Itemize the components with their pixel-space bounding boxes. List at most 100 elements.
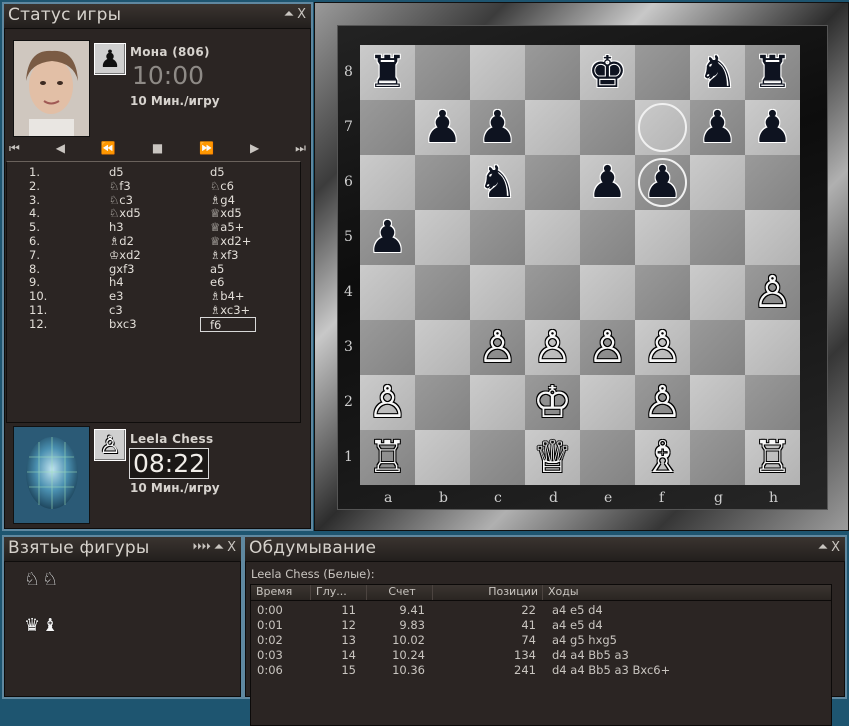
square-g5[interactable] (690, 210, 745, 265)
square-a3[interactable] (360, 320, 415, 375)
square-c5[interactable] (470, 210, 525, 265)
black-king-e8[interactable]: ♚ (580, 45, 635, 100)
game-status-titlebar[interactable]: Статус игры ⏶ X (4, 4, 311, 29)
first-move-icon[interactable]: ⏮ (9, 141, 20, 156)
square-b6[interactable] (415, 155, 470, 210)
white-rook-a1[interactable]: ♖ (360, 430, 415, 485)
black-move[interactable]: ♕xd5 (210, 206, 242, 221)
white-pawn-d3[interactable]: ♙ (525, 320, 580, 375)
square-f4[interactable] (635, 265, 690, 320)
black-pawn-h7[interactable]: ♟ (745, 100, 800, 155)
black-pawn-g7[interactable]: ♟ (690, 100, 745, 155)
col-score[interactable]: Счет (367, 585, 433, 600)
square-g3[interactable] (690, 320, 745, 375)
black-move[interactable]: d5 (210, 165, 225, 180)
square-d8[interactable] (525, 45, 580, 100)
square-e7[interactable] (580, 100, 635, 155)
analysis-table[interactable]: Время Глу... Счет Позиции Ходы 0:00 11 9.4… (250, 584, 832, 726)
white-pawn-e3[interactable]: ♙ (580, 320, 635, 375)
white-move[interactable]: h4 (109, 275, 124, 290)
black-move[interactable]: ♗xf3 (210, 248, 238, 263)
square-a6[interactable] (360, 155, 415, 210)
expand-icon[interactable]: ⏵⏵⏵⏵ (193, 540, 211, 555)
square-e1[interactable] (580, 430, 635, 485)
square-d4[interactable] (525, 265, 580, 320)
black-move[interactable]: e6 (210, 275, 224, 290)
collapse-icon[interactable]: ⏶ (214, 540, 224, 555)
black-move[interactable]: ♗b4+ (210, 289, 245, 304)
square-b5[interactable] (415, 210, 470, 265)
col-time[interactable]: Время (251, 585, 311, 600)
square-a7[interactable] (360, 100, 415, 155)
prev-move-icon[interactable]: ◀ (56, 141, 65, 155)
captured-titlebar[interactable]: Взятые фигуры ⏵⏵⏵⏵ ⏶ X (4, 537, 241, 562)
square-f8[interactable] (635, 45, 690, 100)
collapse-icon[interactable]: ⏶ (284, 7, 294, 22)
col-nodes[interactable]: Позиции (433, 585, 543, 600)
col-depth[interactable]: Глу... (311, 585, 367, 600)
white-queen-d1[interactable]: ♕ (525, 430, 580, 485)
square-e5[interactable] (580, 210, 635, 265)
white-king-d2[interactable]: ♔ (525, 375, 580, 430)
black-move[interactable]: ♗g4 (210, 193, 235, 208)
black-move[interactable]: ♕xd2+ (210, 234, 251, 249)
black-pawn-b7[interactable]: ♟ (415, 100, 470, 155)
chess-board[interactable]: ♜ ♚ ♞ ♜ ♟ ♟ ♟ ♟ ♞ ♟ ♟ ♟ ♙ ♙ ♙ ♙ ♙ ♙ ♔ ♙ ♖ ♕ ♗ ♖ a b c d e f g h 8 7 6 5 4 3 2 1 (337, 25, 828, 510)
white-move[interactable]: d5 (109, 165, 124, 180)
square-g1[interactable] (690, 430, 745, 485)
white-pawn-c3[interactable]: ♙ (470, 320, 525, 375)
square-g2[interactable] (690, 375, 745, 430)
black-move[interactable]: ♕a5+ (210, 220, 244, 235)
square-c4[interactable] (470, 265, 525, 320)
square-b1[interactable] (415, 430, 470, 485)
square-e4[interactable] (580, 265, 635, 320)
white-move[interactable]: ♗d2 (109, 234, 134, 249)
white-move[interactable]: h3 (109, 220, 124, 235)
white-move[interactable]: bxc3 (109, 317, 137, 332)
stop-icon[interactable]: ■ (152, 141, 163, 155)
square-b8[interactable] (415, 45, 470, 100)
white-pawn-f3[interactable]: ♙ (635, 320, 690, 375)
square-b2[interactable] (415, 375, 470, 430)
square-c8[interactable] (470, 45, 525, 100)
square-d7[interactable] (525, 100, 580, 155)
white-rook-h1[interactable]: ♖ (745, 430, 800, 485)
square-c2[interactable] (470, 375, 525, 430)
white-move[interactable]: ♘xd5 (109, 206, 141, 221)
square-h5[interactable] (745, 210, 800, 265)
close-icon[interactable]: X (831, 540, 840, 555)
black-rook-a8[interactable]: ♜ (360, 45, 415, 100)
square-d5[interactable] (525, 210, 580, 265)
move-list[interactable]: 1. d5 d5 2. ♘f3 ♘c6 3. ♘c3 ♗g4 4. ♘xd5 ♕xd5 5. h3 ♕a5+… (6, 161, 301, 423)
white-move[interactable]: c3 (109, 303, 123, 318)
close-icon[interactable]: X (297, 7, 306, 22)
step-forward-icon[interactable]: ⏩ (199, 141, 214, 155)
next-move-icon[interactable]: ▶ (250, 141, 259, 155)
white-move[interactable]: gxf3 (109, 262, 134, 277)
square-d6[interactable] (525, 155, 580, 210)
white-move[interactable]: ♘c3 (109, 193, 133, 208)
white-move[interactable]: e3 (109, 289, 123, 304)
square-c1[interactable] (470, 430, 525, 485)
square-a4[interactable] (360, 265, 415, 320)
close-icon[interactable]: X (227, 540, 236, 555)
analysis-titlebar[interactable]: Обдумывание ⏶ X (245, 537, 845, 562)
white-pawn-h4[interactable]: ♙ (745, 265, 800, 320)
square-h6[interactable] (745, 155, 800, 210)
white-pawn-a2[interactable]: ♙ (360, 375, 415, 430)
black-move[interactable]: a5 (210, 262, 224, 277)
square-f5[interactable] (635, 210, 690, 265)
step-back-icon[interactable]: ⏪ (101, 141, 116, 155)
collapse-icon[interactable]: ⏶ (818, 540, 828, 555)
last-move-icon[interactable]: ⏭ (295, 141, 306, 156)
square-b3[interactable] (415, 320, 470, 375)
white-move[interactable]: ♔xd2 (109, 248, 141, 263)
square-b4[interactable] (415, 265, 470, 320)
selected-move[interactable]: f6 (200, 316, 256, 332)
square-e2[interactable] (580, 375, 635, 430)
square-h3[interactable] (745, 320, 800, 375)
black-pawn-e6[interactable]: ♟ (580, 155, 635, 210)
black-move[interactable]: ♗xc3+ (210, 303, 250, 318)
black-pawn-c7[interactable]: ♟ (470, 100, 525, 155)
square-h2[interactable] (745, 375, 800, 430)
